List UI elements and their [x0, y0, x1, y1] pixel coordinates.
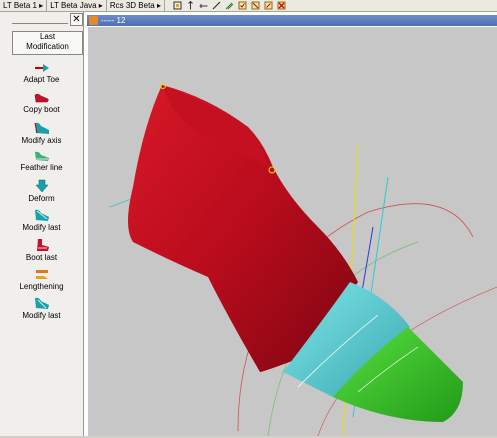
tool-copy-boot[interactable]: Copy boot [0, 92, 83, 115]
tool-label: Deform [28, 194, 55, 203]
select-icon[interactable] [251, 1, 260, 10]
tool-label: Modify last [22, 311, 61, 320]
panel-title-line-1: Last [39, 32, 56, 41]
last-modification-panel: ✕ Last Modification Adapt Toe Copy boot … [0, 12, 84, 436]
tool-deform[interactable]: Deform [0, 179, 83, 204]
panel-grip[interactable] [12, 14, 68, 24]
viewport-title: ----- 12 [101, 16, 126, 25]
draw-icon[interactable] [212, 1, 221, 10]
adapt-toe-icon [34, 64, 49, 72]
panel-close-button[interactable]: ✕ [70, 13, 83, 26]
tab-lt-beta-java[interactable]: LT Beta Java ▸ [47, 0, 107, 11]
checkbox-icon[interactable] [238, 1, 247, 10]
delete-icon[interactable] [277, 1, 286, 10]
tool-label: Modify last [22, 223, 61, 232]
move-icon[interactable] [173, 1, 182, 10]
deform-icon [34, 179, 49, 193]
window-icon [89, 16, 98, 25]
boot-last-icon [36, 239, 49, 251]
panel-title: Last Modification [12, 31, 83, 55]
tool-modify-axis[interactable]: Modify axis [0, 121, 83, 146]
tool-label: Feather line [20, 163, 63, 172]
tool-adapt-toe[interactable]: Adapt Toe [0, 62, 83, 85]
tab-rcs-3d-beta[interactable]: Rcs 3D Beta ▸ [107, 0, 165, 11]
tool-boot-last[interactable]: Boot last [0, 238, 83, 263]
shoe-last-model [109, 83, 497, 437]
tab-lt-beta-1[interactable]: LT Beta 1 ▸ [0, 0, 48, 11]
tool-label: Adapt Toe [23, 75, 60, 84]
3d-viewport: ----- 12 [84, 12, 497, 437]
modify-last-2-icon [34, 297, 49, 309]
edit-icon[interactable] [264, 1, 273, 10]
panel-title-line-2: Modification [26, 42, 69, 51]
feather-line-icon [34, 151, 49, 161]
copy-boot-icon [34, 93, 48, 103]
tool-modify-last-2[interactable]: Modify last [0, 296, 83, 321]
tool-feather-line[interactable]: Feather line [0, 150, 83, 173]
scene-canvas[interactable] [88, 27, 497, 437]
line-icon[interactable] [199, 1, 208, 10]
tool-label: Modify axis [21, 136, 62, 145]
tool-label: Boot last [25, 253, 58, 262]
top-toolbar: LT Beta 1 ▸ LT Beta Java ▸ Rcs 3D Beta ▸ [0, 0, 497, 12]
modify-last-icon [34, 209, 49, 221]
tool-lengthening[interactable]: Lengthening [0, 267, 83, 292]
tool-label: Copy boot [23, 105, 60, 114]
lengthening-icon [35, 270, 48, 279]
modify-axis-icon [34, 122, 49, 134]
tool-label: Lengthening [19, 282, 64, 291]
pointer-icon[interactable] [186, 1, 195, 10]
tool-modify-last[interactable]: Modify last [0, 208, 83, 233]
viewport-title-bar[interactable]: ----- 12 [87, 15, 497, 26]
pen-icon[interactable] [225, 1, 234, 10]
